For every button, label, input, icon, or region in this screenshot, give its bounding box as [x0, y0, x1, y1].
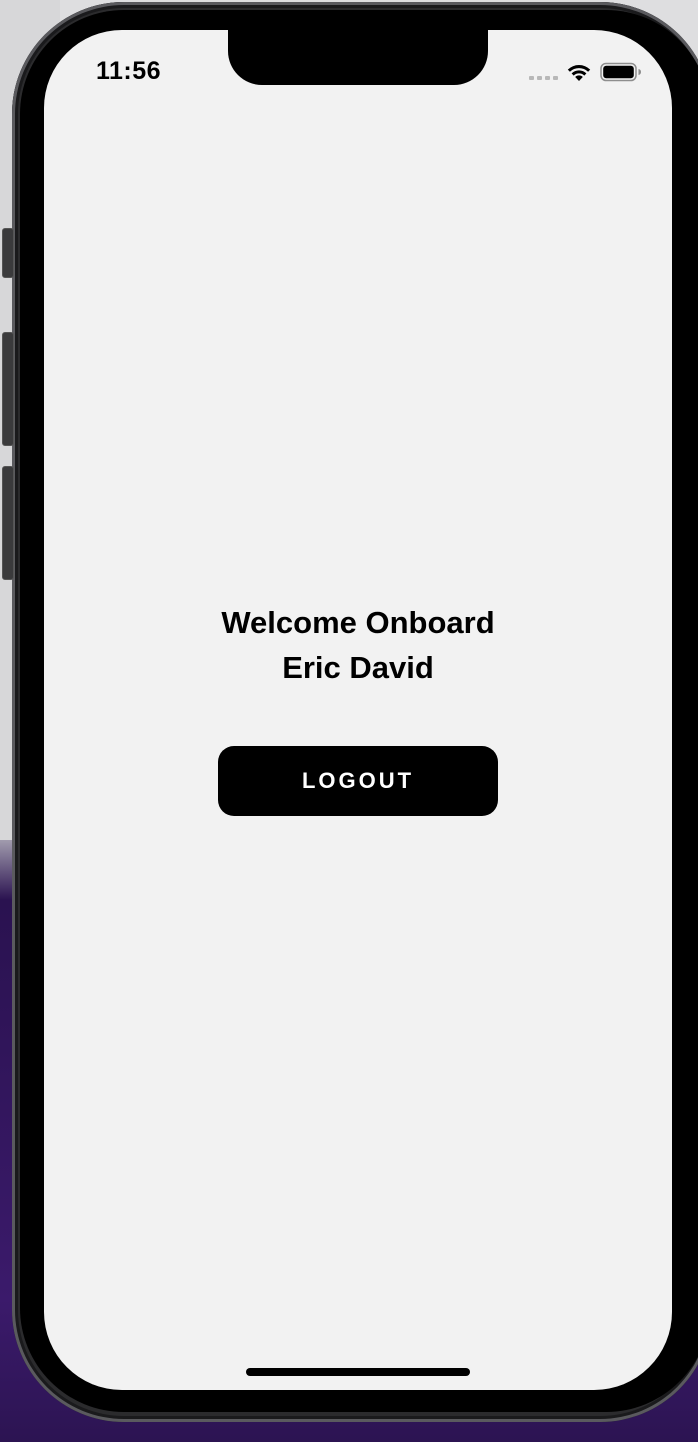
cellular-signal-icon	[529, 60, 558, 84]
logout-button[interactable]: LOGOUT	[218, 746, 498, 816]
wifi-icon	[567, 65, 591, 81]
volume-up-button	[2, 332, 14, 446]
welcome-title: Welcome Onboard	[221, 605, 495, 640]
status-time: 11:56	[96, 57, 162, 85]
notch	[228, 30, 488, 85]
status-icons	[529, 60, 642, 84]
silent-switch	[2, 228, 14, 278]
user-name: Eric David	[282, 650, 434, 685]
welcome-section: Welcome Onboard Eric David	[44, 600, 672, 690]
home-indicator[interactable]	[246, 1368, 470, 1376]
app-screen: 11:56 Welcome Onboard Eric David LOGOUT	[44, 30, 672, 1390]
battery-icon	[600, 62, 641, 82]
volume-down-button	[2, 466, 14, 580]
